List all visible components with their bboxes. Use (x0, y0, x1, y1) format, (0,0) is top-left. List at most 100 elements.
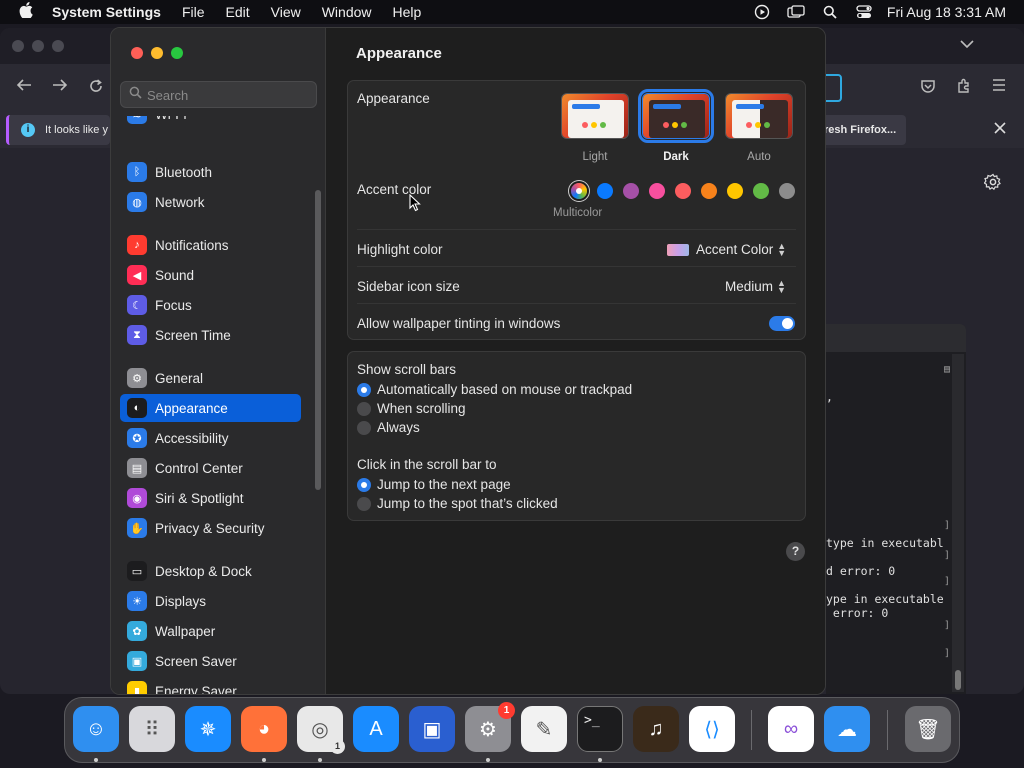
accent-color-swatch[interactable] (675, 183, 691, 199)
highlight-color-popup[interactable]: Accent Color ▲ ▼ (667, 241, 786, 257)
sidebar-item-appearance[interactable]: ◐ Appearance (120, 394, 301, 422)
menu-file[interactable]: File (182, 4, 205, 20)
vscode-icon[interactable]: ⟨⟩ (689, 706, 735, 752)
system-settings-window: ≋ Wi-Fi ᛒ Bluetooth ◍ Network ♪ Notifications ◀ S… (110, 27, 826, 695)
theme-light-option[interactable]: Light (559, 93, 631, 163)
sidebar-item-control-center[interactable]: ▤ Control Center (120, 454, 301, 482)
sidebar-item-accessibility[interactable]: ✪ Accessibility (120, 424, 301, 452)
accent-color-swatch[interactable] (701, 183, 717, 199)
sidebar-item-wi-fi[interactable]: ≋ Wi-Fi (120, 116, 301, 128)
back-arrow-icon[interactable] (16, 78, 32, 97)
sidebar-scrollbar[interactable] (315, 190, 321, 490)
theme-auto-option[interactable]: Auto (723, 93, 795, 163)
guitar-icon[interactable]: ♫ (633, 706, 679, 752)
trash-icon[interactable]: 🗑 (905, 706, 951, 752)
sidebar-item-screen-time[interactable]: ⧗ Screen Time (120, 321, 301, 349)
menu-edit[interactable]: Edit (226, 4, 250, 20)
close-window-button[interactable] (131, 47, 143, 59)
click-option-spot-clicked[interactable]: Jump to the spot that’s clicked (357, 496, 558, 511)
close-icon[interactable] (994, 121, 1006, 137)
accent-color-swatch[interactable] (727, 183, 743, 199)
accent-color-swatch[interactable] (623, 183, 639, 199)
sidebar-item-notifications[interactable]: ♪ Notifications (120, 231, 301, 259)
reload-icon[interactable] (88, 78, 104, 99)
zoom-window-button[interactable] (171, 47, 183, 59)
sidebar-item-label: Privacy & Security (155, 520, 265, 536)
hamburger-menu-icon[interactable] (992, 78, 1006, 96)
appearance-pane: Appearance Appearance Light Dark Auto Ac… (327, 28, 825, 694)
accent-color-swatch[interactable] (779, 183, 795, 199)
radio-button-selected[interactable] (357, 477, 371, 492)
accent-color-swatch[interactable] (649, 183, 665, 199)
screen-mirroring-icon[interactable] (779, 0, 813, 24)
sun-icon: ☀ (127, 591, 147, 611)
refresh-firefox-button[interactable]: resh Firefox... (818, 115, 906, 145)
sidebar-item-bluetooth[interactable]: ᛒ Bluetooth (120, 158, 301, 186)
sidebar-item-general[interactable]: ⚙ General (120, 364, 301, 392)
wallpaper-tinting-toggle[interactable] (769, 316, 795, 331)
radio-button-selected[interactable] (357, 382, 371, 397)
sidebar-item-wallpaper[interactable]: ✿ Wallpaper (120, 617, 301, 645)
chrome-icon[interactable]: ◎ 1 (297, 706, 345, 754)
forward-arrow-icon[interactable] (52, 78, 68, 97)
control-center-icon[interactable] (847, 0, 881, 24)
sidebar-item-screen-saver[interactable]: ▣ Screen Saver (120, 647, 301, 675)
bluetooth-icon: ᛒ (127, 162, 147, 182)
sidebar-item-sound[interactable]: ◀ Sound (120, 261, 301, 289)
terminal-scrollbar[interactable] (952, 354, 964, 692)
accent-color-swatch[interactable] (597, 183, 613, 199)
theme-dark-option[interactable]: Dark (638, 89, 714, 163)
accent-multicolor-swatch[interactable] (571, 183, 587, 199)
running-indicator (598, 758, 602, 762)
sidebar-item-privacy-security[interactable]: ✋ Privacy & Security (120, 514, 301, 542)
minimize-window-button[interactable] (151, 47, 163, 59)
launchpad-icon[interactable]: ⠿ (129, 706, 175, 752)
scroll-option-automatic[interactable]: Automatically based on mouse or trackpad (357, 382, 632, 397)
menu-window[interactable]: Window (322, 4, 372, 20)
radio-button[interactable] (357, 496, 371, 511)
scroll-option-always[interactable]: Always (357, 420, 420, 435)
radio-button[interactable] (357, 420, 371, 435)
sidebar-icon-size-popup[interactable]: Medium ▲ ▼ (725, 278, 786, 294)
running-indicator (318, 758, 322, 762)
theme-dark-thumbnail (638, 89, 714, 143)
sidebar-item-displays[interactable]: ☀ Displays (120, 587, 301, 615)
weather-icon[interactable]: ☁ (824, 706, 870, 752)
scroll-option-when-scrolling[interactable]: When scrolling (357, 401, 466, 416)
chevron-down-icon[interactable] (960, 36, 974, 52)
mouse-cursor-icon (409, 193, 421, 215)
help-button[interactable]: ? (786, 542, 805, 561)
sidebar-item-focus[interactable]: ☾ Focus (120, 291, 301, 319)
gear-icon[interactable] (983, 173, 1002, 196)
scroll-bars-group: Show scroll bars Automatically based on … (347, 351, 806, 521)
radio-button[interactable] (357, 401, 371, 416)
sidebar-item-desktop-dock[interactable]: ▭ Desktop & Dock (120, 557, 301, 585)
apple-menu-icon[interactable] (0, 2, 52, 22)
menu-help[interactable]: Help (393, 4, 422, 20)
search-icon[interactable] (813, 0, 847, 24)
textedit-icon[interactable]: ✎ (521, 706, 567, 752)
firefox-icon[interactable]: ◕ (241, 706, 287, 752)
system-settings-icon[interactable]: ⚙ 1 (465, 702, 515, 752)
app-store-icon[interactable]: A (353, 706, 399, 752)
sidebar-item-siri-spotlight[interactable]: ◉ Siri & Spotlight (120, 484, 301, 512)
sidebar-item-network[interactable]: ◍ Network (120, 188, 301, 216)
accent-color-swatch[interactable] (753, 183, 769, 199)
click-option-next-page[interactable]: Jump to the next page (357, 477, 511, 492)
safari-icon[interactable]: ✵ (185, 706, 231, 752)
finder-icon[interactable]: ☺ (73, 706, 119, 752)
play-circle-icon[interactable] (745, 0, 779, 24)
search-box (120, 81, 317, 108)
menu-view[interactable]: View (271, 4, 301, 20)
pocket-icon[interactable] (920, 78, 936, 99)
menu-clock[interactable]: Fri Aug 18 3:31 AM (881, 4, 1024, 20)
extensions-icon[interactable] (956, 78, 972, 99)
sidebar-item-energy-saver[interactable]: ▮ Energy Saver (120, 677, 301, 694)
terminal-icon[interactable]: >_ (577, 706, 623, 752)
menu-app-name[interactable]: System Settings (52, 4, 161, 20)
visual-studio-icon[interactable]: ∞ (768, 706, 814, 752)
square-spiral-icon[interactable]: ▣ (409, 706, 455, 752)
gear-icon: ⚙ (127, 368, 147, 388)
search-input[interactable] (147, 86, 307, 104)
theme-light-thumbnail (561, 93, 629, 139)
